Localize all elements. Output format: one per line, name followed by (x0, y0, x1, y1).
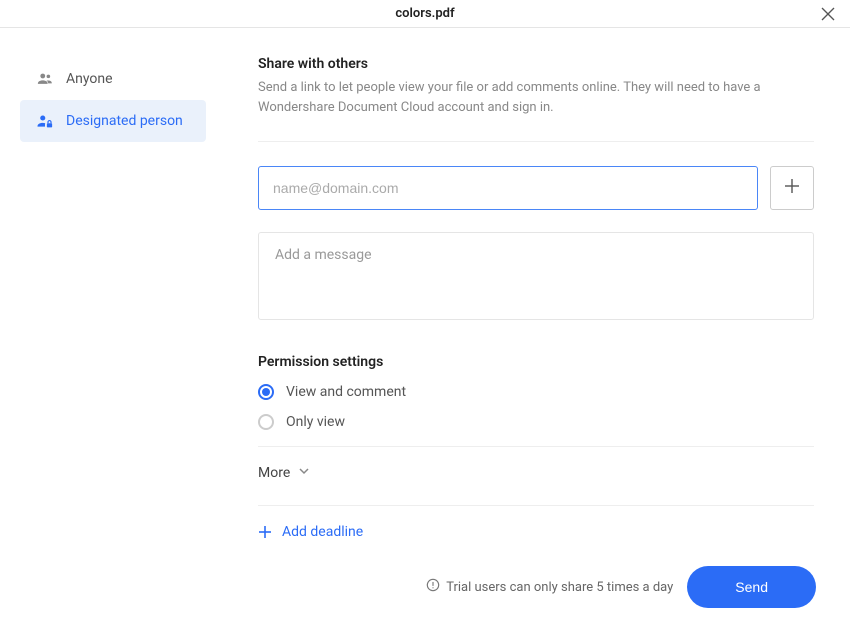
message-input[interactable] (258, 232, 814, 320)
radio-icon (258, 414, 274, 430)
dialog-footer: Trial users can only share 5 times a day… (0, 555, 850, 619)
plus-icon (783, 177, 801, 199)
share-title: Share with others (258, 56, 814, 72)
divider (258, 141, 814, 142)
add-recipient-button[interactable] (770, 166, 814, 210)
divider (258, 505, 814, 506)
permission-label: Only view (286, 414, 345, 430)
permissions-title: Permission settings (258, 354, 814, 370)
permission-option-view-comment[interactable]: View and comment (258, 384, 814, 400)
add-deadline-label: Add deadline (282, 524, 363, 540)
sidebar-item-designated[interactable]: Designated person (20, 100, 206, 142)
info-icon (426, 578, 440, 596)
sidebar-item-label: Designated person (66, 113, 183, 129)
more-label: More (258, 465, 290, 481)
people-icon (36, 70, 54, 88)
share-panel: Share with others Send a link to let peo… (222, 28, 850, 619)
email-input[interactable] (258, 166, 758, 210)
add-deadline-button[interactable]: Add deadline (258, 524, 814, 540)
close-icon[interactable] (818, 4, 838, 24)
permission-label: View and comment (286, 384, 406, 400)
file-title: colors.pdf (395, 6, 454, 21)
share-mode-sidebar: Anyone Designated person (0, 28, 222, 619)
person-lock-icon (36, 112, 54, 130)
trial-note-text: Trial users can only share 5 times a day (446, 580, 673, 595)
chevron-down-icon (298, 465, 310, 481)
share-description: Send a link to let people view your file… (258, 78, 814, 117)
radio-icon (258, 384, 274, 400)
sidebar-item-anyone[interactable]: Anyone (0, 58, 222, 100)
more-toggle[interactable]: More (258, 465, 814, 481)
trial-note: Trial users can only share 5 times a day (426, 578, 673, 596)
dialog-header: colors.pdf (0, 0, 850, 28)
divider (258, 446, 814, 447)
sidebar-item-label: Anyone (66, 71, 113, 87)
permission-option-only-view[interactable]: Only view (258, 414, 814, 430)
plus-icon (258, 525, 272, 539)
send-button[interactable]: Send (687, 566, 816, 608)
